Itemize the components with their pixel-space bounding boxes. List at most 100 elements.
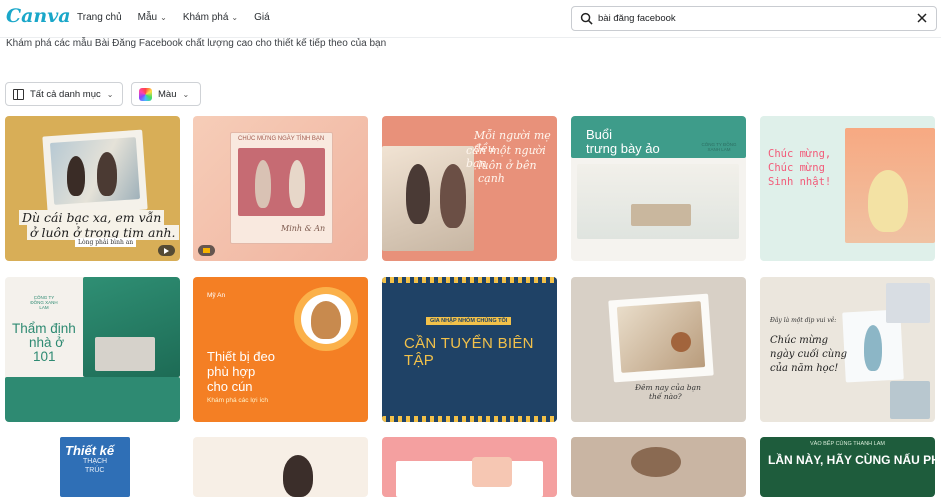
nav-home-label: Trang chủ [77,12,122,23]
template-card[interactable]: Đây là một dịp vui vẻ: Chúc mừng ngày cu… [760,277,935,422]
person-illustration [255,160,271,208]
card-title: Buổi [586,127,613,142]
person-illustration [289,160,305,208]
coffee-cup [671,332,691,352]
person-illustration [97,152,117,196]
company-name: CÔNG TY ĐỒNG XANH LAM [701,142,737,152]
brand-name: Mỹ An [207,292,226,299]
nav-pricing-label: Giá [254,12,270,23]
stripe-border [382,416,557,422]
template-photo [95,337,155,371]
search-box[interactable] [571,6,937,31]
nav-explore-label: Khám phá [182,12,229,23]
template-photo [396,461,543,497]
page-subtitle: Khám phá các mẫu Bài Đăng Facebook chất … [6,38,387,49]
card-text: của năm học! [770,363,839,374]
template-card[interactable]: VÀO BẾP CÙNG THANH LAM LẦN NÀY, HÃY CÙNG… [760,437,935,497]
card-banner: GIA NHẬP NHÓM CHÚNG TÔI [426,317,512,325]
template-photo [890,381,930,419]
card-link: Khám phá các lợi ích [207,397,268,404]
card-title: phù hợp [207,364,256,379]
search-icon [580,12,593,25]
person-illustration [283,455,313,497]
card-top-label: VÀO BẾP CÙNG THANH LAM [810,441,885,447]
card-tag: Lòng phải bình an [75,238,137,247]
chevron-down-icon: ⌄ [106,89,114,99]
card-text: ngày cuối cùng [770,349,848,360]
template-card[interactable]: Mỹ An Thiết bị đeo phù hợp cho cún Khám … [193,277,368,422]
template-card[interactable]: CÔNG TY ĐỒNG XANH LAM Thẩm định nhà ở 10… [5,277,180,422]
card-text: Chúc mừng [770,335,829,346]
card-banner: CHÚC MỪNG NGÀY TÌNH BẠN [238,136,325,142]
category-filter-button[interactable]: Tất cả danh mục ⌄ [5,82,123,106]
layout-icon [13,88,24,100]
nav-home[interactable]: Trang chủ [77,12,122,23]
nav-pricing[interactable]: Giá [254,12,270,23]
template-photo [631,204,691,226]
card-text: Sinh nhật! [768,176,832,188]
card-title: CẦN TUYỂN BIÊN TẬP [404,335,534,369]
template-card[interactable]: Thiết kế THẠCH TRÚC [5,437,180,497]
search-input[interactable] [598,11,898,26]
chevron-down-icon: ⌄ [182,89,190,99]
person-illustration [440,164,466,228]
stripe-border [382,277,557,283]
template-photo [577,164,739,239]
crown-icon [198,245,215,256]
template-photo [238,148,325,216]
card-text: Dù cái bạc xa, em vẫn [19,210,165,225]
close-icon[interactable] [916,12,928,24]
person-illustration [67,156,85,196]
card-title: cho cún [207,379,253,394]
template-card[interactable] [571,437,746,497]
company-name: CÔNG TY ĐỒNG XANH LAM [30,295,58,310]
card-title: Thiết bị đeo [207,349,275,364]
card-title: 101 [33,349,56,364]
template-photo [616,301,706,373]
chevron-down-icon: ⌄ [160,13,167,22]
template-photo [886,283,930,323]
color-palette-icon [139,87,152,101]
person-illustration [864,325,882,371]
card-text: thế nào? [649,392,682,401]
nav-explore[interactable]: Khám phá ⌄ [183,12,238,23]
nav-templates-label: Mẫu [137,12,158,23]
card-title: LẦN NÀY, HÃY CÙNG NẤU PHỞ [768,453,935,467]
template-card[interactable] [193,437,368,497]
template-banner [5,377,180,422]
card-title: Thiết kế [65,443,115,458]
template-card[interactable]: Mỗi người mẹ đều cần một người bạn luôn … [382,116,557,261]
template-card[interactable] [382,437,557,497]
template-card[interactable]: Đêm nay của bạn thế nào? [571,277,746,422]
nav-templates[interactable]: Mẫu ⌄ [138,12,167,23]
person-illustration [406,164,430,224]
template-card[interactable]: Dù cái bạc xa, em vẫn ở luôn ở trong tim… [5,116,180,261]
chevron-down-icon: ⌄ [231,13,239,22]
template-card[interactable]: Chúc mừng, Chúc mừng Sinh nhật! [760,116,935,261]
color-filter-label: Màu [158,88,177,100]
card-title: THẠCH [83,458,108,465]
template-card[interactable]: CHÚC MỪNG NGÀY TÌNH BẠN Minh & An [193,116,368,261]
play-icon [158,245,175,256]
template-photo [49,137,141,205]
card-text: Chúc mừng [768,162,825,174]
person-illustration [868,170,908,232]
card-names: Minh & An [281,224,326,233]
template-card[interactable]: GIA NHẬP NHÓM CHÚNG TÔI CẦN TUYỂN BIÊN T… [382,277,557,422]
card-text: Đây là một dịp vui vẻ: [770,317,837,324]
canva-logo[interactable]: Canva [6,5,71,27]
dog-illustration [311,301,341,339]
template-photo [472,457,512,487]
card-title: TRÚC [85,467,105,474]
card-text: Đêm nay của bạn [635,383,701,392]
color-filter-button[interactable]: Màu ⌄ [131,82,201,106]
card-text: luôn ở bên cạnh [478,159,537,185]
category-filter-label: Tất cả danh mục [30,88,101,100]
main-nav: Trang chủ Mẫu ⌄ Khám phá ⌄ Giá [77,12,270,23]
card-text: Chúc mừng, [768,148,832,160]
card-title: Thẩm định [12,321,76,336]
template-card[interactable]: Buổi trưng bày ảo CÔNG TY ĐỒNG XANH LAM [571,116,746,261]
card-title: nhà ở [29,335,65,350]
card-title: trưng bày ảo [586,141,660,156]
template-photo [631,447,681,477]
